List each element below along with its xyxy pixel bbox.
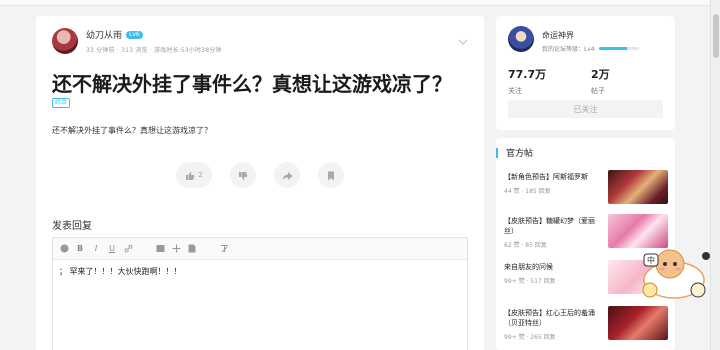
official-post-thumbnail[interactable] <box>608 306 668 340</box>
post-actions: 2 <box>176 162 344 188</box>
official-post-meta: 44 赞 · 185 回复 <box>504 188 551 195</box>
post-tag[interactable]: 综合 <box>52 98 71 108</box>
svg-text:中: 中 <box>647 255 655 265</box>
followers-value: 77.7万 <box>508 68 547 81</box>
reply-content[interactable]: ； 罕来了！！！大伙快跑啊！！！ <box>53 260 467 283</box>
like-count: 2 <box>198 171 203 179</box>
game-card: 命运神界 我的论坛等级：Lv4 77.7万 关注 2万 帖子 已关注 <box>496 16 675 130</box>
underline-icon[interactable]: U <box>107 244 117 254</box>
like-button[interactable]: 2 <box>176 162 212 188</box>
post-card: 幼刀从雨 Lv6 33 分钟前 · 313 浏览 · 游戏时长 53小时38分钟… <box>36 16 484 350</box>
post-title: 还不解决外挂了事件么？真想让这游戏凉了？ <box>52 72 452 96</box>
reply-heading: 发表回复 <box>52 221 92 232</box>
official-heading: 官方帖 <box>506 149 534 159</box>
chevron-down-icon[interactable] <box>458 38 468 48</box>
posts-value: 2万 <box>591 68 610 81</box>
level-progress-bar <box>598 47 639 50</box>
reply-editor[interactable]: B I U ； 罕来了！！！大伙快跑啊！！！ <box>52 237 468 350</box>
bookmark-icon <box>327 166 335 185</box>
author-avatar[interactable] <box>52 28 78 54</box>
followers-label: 关注 <box>508 87 522 95</box>
posts-label: 帖子 <box>591 87 605 95</box>
official-post-title[interactable]: 来自朋友的问候 <box>504 262 602 272</box>
level-progress-fill <box>598 47 627 50</box>
followers-stat: 77.7万 关注 <box>508 66 546 96</box>
official-post-meta: 99+ 赞 · 517 回复 <box>504 278 556 285</box>
official-post-title[interactable]: 【皮肤预告】红心王后的羞涌（贝亚特丝） <box>504 308 602 328</box>
share-button[interactable] <box>274 162 300 188</box>
forum-level-text: 我的论坛等级：Lv4 <box>542 46 595 53</box>
post-body: 还不解决外挂了事件么？真想让这游戏凉了？ <box>52 126 212 135</box>
dislike-button[interactable] <box>230 162 256 188</box>
game-name[interactable]: 命运神界 <box>542 30 574 41</box>
author-name-row: 幼刀从雨 Lv6 <box>86 28 222 41</box>
browser-top-strip <box>0 0 710 6</box>
link-icon[interactable] <box>123 244 133 254</box>
bookmark-button[interactable] <box>318 162 344 188</box>
official-post-meta: 62 赞 · 85 回复 <box>504 242 547 249</box>
official-post-meta: 99+ 赞 · 265 回复 <box>504 334 556 341</box>
thumbs-up-icon <box>185 166 195 185</box>
scrollbar-thumb[interactable] <box>713 14 719 58</box>
thumbs-down-icon <box>238 166 248 185</box>
clear-format-icon[interactable] <box>219 244 229 254</box>
bold-icon[interactable]: B <box>75 244 85 254</box>
editor-toolbar: B I U <box>53 238 467 260</box>
official-post-item[interactable]: 【皮肤预告】红心王后的羞涌（贝亚特丝） 99+ 赞 · 265 回复 <box>504 306 669 346</box>
expand-icon[interactable] <box>171 244 181 254</box>
emoji-icon[interactable] <box>59 244 69 254</box>
post-meta: 33 分钟前 · 313 浏览 · 游戏时长 53小时38分钟 <box>86 47 222 54</box>
heading-accent-bar <box>496 147 498 158</box>
file-icon[interactable] <box>187 244 197 254</box>
official-heading-row: 官方帖 <box>496 146 533 159</box>
official-post-title[interactable]: 【皮肤预告】糖罐幻梦（爱丽丝） <box>504 216 602 236</box>
follow-button[interactable]: 已关注 <box>508 100 663 118</box>
post-author[interactable]: 幼刀从雨 Lv6 33 分钟前 · 313 浏览 · 游戏时长 53小时38分钟 <box>52 28 222 54</box>
official-post-item[interactable]: 【新角色预告】阿斯福罗斯 44 赞 · 185 回复 <box>504 170 669 210</box>
forum-level: 我的论坛等级：Lv4 <box>542 44 639 53</box>
official-post-thumbnail[interactable] <box>608 170 668 204</box>
mascot-widget[interactable]: 中 <box>640 242 714 302</box>
game-avatar[interactable] <box>508 26 534 52</box>
level-badge: Lv6 <box>126 30 143 39</box>
image-icon[interactable] <box>155 244 165 254</box>
posts-stat: 2万 帖子 <box>591 66 610 96</box>
italic-icon[interactable]: I <box>91 244 101 254</box>
author-name[interactable]: 幼刀从雨 <box>86 28 122 41</box>
share-icon <box>282 166 293 185</box>
official-post-title[interactable]: 【新角色预告】阿斯福罗斯 <box>504 172 602 182</box>
